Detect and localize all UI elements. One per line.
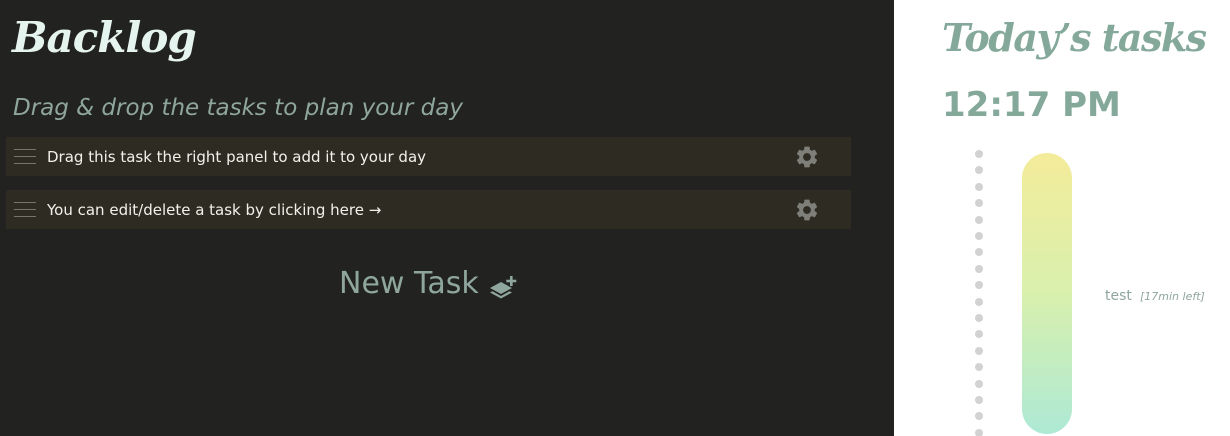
scheduled-task-bar[interactable] [1022, 153, 1072, 434]
timeline-dot [975, 314, 983, 322]
timeline-dot [975, 232, 983, 240]
task-label: You can edit/delete a task by clicking h… [47, 200, 382, 219]
backlog-panel: Backlog Drag & drop the tasks to plan yo… [0, 0, 894, 436]
backlog-task-list: Drag this task the right panel to add it… [6, 137, 851, 243]
timeline-dot [975, 347, 983, 355]
scheduled-task-name: test [1105, 288, 1132, 304]
drag-handle-icon[interactable] [14, 201, 36, 218]
timeline-dot [975, 183, 983, 191]
today-title: Today’s tasks [942, 15, 1207, 60]
timeline-dot [975, 216, 983, 224]
drag-handle-icon[interactable] [14, 148, 36, 165]
backlog-title: Backlog [12, 13, 197, 62]
timeline-dot [975, 166, 983, 174]
gear-icon[interactable] [794, 197, 820, 223]
backlog-task[interactable]: You can edit/delete a task by clicking h… [6, 190, 851, 229]
timeline-dot [975, 265, 983, 273]
current-time: 12:17 PM [942, 85, 1121, 125]
layers-plus-icon [489, 276, 517, 299]
timeline-ruler [975, 150, 983, 436]
scheduled-task-label: test [17min left] [1105, 285, 1205, 304]
backlog-subtitle: Drag & drop the tasks to plan your day [13, 95, 463, 121]
timeline-dot [975, 429, 983, 436]
gear-icon[interactable] [794, 144, 820, 170]
timeline-dot [975, 412, 983, 420]
timeline-dot [975, 380, 983, 388]
new-task-label: New Task [339, 266, 479, 301]
backlog-task[interactable]: Drag this task the right panel to add it… [6, 137, 851, 176]
today-panel[interactable]: Today’s tasks 12:17 PM test [17min left] [894, 0, 1230, 436]
timeline-dot [975, 281, 983, 289]
app: Backlog Drag & drop the tasks to plan yo… [0, 0, 1230, 436]
timeline-dot [975, 248, 983, 256]
timeline-dot [975, 396, 983, 404]
timeline-dot [975, 150, 983, 158]
new-task-button[interactable]: New Task [339, 262, 517, 306]
timeline-dot [975, 363, 983, 371]
timeline-dot [975, 199, 983, 207]
timeline-dot [975, 330, 983, 338]
scheduled-task-remaining: [17min left] [1139, 290, 1205, 303]
task-label: Drag this task the right panel to add it… [47, 147, 427, 166]
timeline-dot [975, 298, 983, 306]
